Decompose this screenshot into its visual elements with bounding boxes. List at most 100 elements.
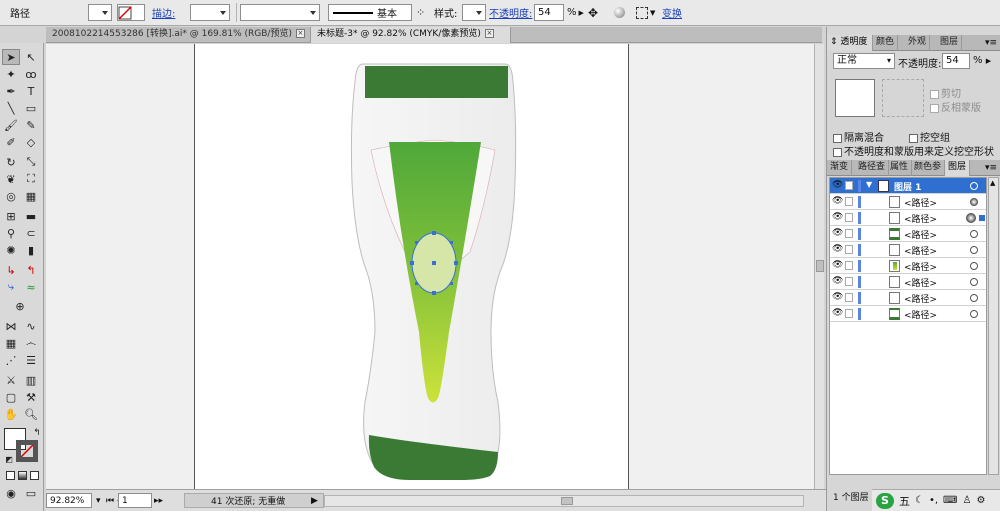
- keyboard-icon[interactable]: ⌨: [943, 495, 957, 506]
- graphic-style-swatch[interactable]: [462, 4, 486, 21]
- blue-path-tool-icon[interactable]: ⤷: [2, 279, 20, 295]
- red-arrow-tool-icon[interactable]: ↳: [2, 262, 20, 278]
- stroke-weight-dropdown[interactable]: [190, 4, 230, 21]
- target-icon[interactable]: [970, 262, 978, 270]
- red-curve-tool-icon[interactable]: ↰: [22, 262, 40, 278]
- eye-icon[interactable]: 👁︎: [832, 245, 843, 254]
- slice-tool-icon[interactable]: ⚒: [22, 389, 40, 405]
- tab-appearance[interactable]: 外观: [905, 35, 931, 51]
- width-tool-icon[interactable]: ⋈: [2, 318, 20, 334]
- graph-tool-icon[interactable]: ⋰: [2, 352, 20, 368]
- type-tool-icon[interactable]: T: [22, 83, 40, 99]
- punctuation-icon[interactable]: •,: [929, 495, 938, 506]
- free-transform-tool-icon[interactable]: ⛶: [22, 171, 40, 187]
- artboard-tool-icon[interactable]: ▢: [2, 389, 20, 405]
- pucker-tool-icon[interactable]: ∿: [22, 318, 40, 334]
- anchor-point[interactable]: [454, 261, 458, 265]
- opacity-input[interactable]: 54: [534, 4, 564, 21]
- eraser-tool-icon[interactable]: ◇: [22, 134, 40, 150]
- lock-toggle[interactable]: [845, 261, 853, 270]
- tab-gradient[interactable]: 渐变: [827, 160, 853, 176]
- zoom-level-field[interactable]: 92.82%: [46, 493, 92, 508]
- eye-icon[interactable]: 👁︎: [832, 229, 843, 238]
- bars-tool-icon[interactable]: ☰: [22, 352, 40, 368]
- stroke-label-link[interactable]: 描边:: [152, 4, 175, 21]
- tab-color[interactable]: 颜色: [873, 35, 899, 51]
- shape-builder-tool-icon[interactable]: ◎: [2, 188, 20, 204]
- next-artboard-icon[interactable]: ▸▸: [154, 493, 163, 508]
- layer-row[interactable]: 👁︎ <路径>: [830, 274, 986, 290]
- target-icon[interactable]: [970, 198, 978, 206]
- anchor-point[interactable]: [432, 231, 436, 235]
- rectangle-tool-icon[interactable]: ▭: [22, 100, 40, 116]
- eyedropper-tool-icon[interactable]: ⚲: [2, 225, 20, 241]
- artboard-number-field[interactable]: 1: [118, 493, 152, 508]
- none-mode-icon[interactable]: [25, 467, 43, 483]
- symbol-sprayer-tool-icon[interactable]: ✺: [2, 242, 20, 258]
- lasso-tool-icon[interactable]: ꝏ: [22, 66, 40, 82]
- isolate-blending-row[interactable]: 隔离混合: [833, 129, 884, 144]
- layer-name[interactable]: <路径>: [904, 244, 937, 257]
- settings-icon[interactable]: ⚙: [976, 495, 985, 506]
- invert-mask-checkbox[interactable]: [930, 103, 939, 113]
- opacity-mask-checkbox[interactable]: [833, 147, 842, 157]
- layers-scrollbar[interactable]: ▲: [988, 177, 999, 475]
- tab-attributes[interactable]: 属性: [887, 160, 913, 176]
- screen-mode-icon[interactable]: ▭: [22, 485, 40, 501]
- eye-icon[interactable]: 👁︎: [832, 181, 843, 190]
- knife-tool-icon[interactable]: ⚔: [2, 372, 20, 388]
- eye-icon[interactable]: 👁︎: [832, 277, 843, 286]
- artboard[interactable]: [194, 44, 629, 489]
- target-icon[interactable]: [966, 213, 976, 223]
- target-icon[interactable]: [970, 278, 978, 286]
- rotate-tool-icon[interactable]: ↻: [2, 154, 20, 170]
- opacity-label-link[interactable]: 不透明度:: [489, 4, 532, 21]
- zoom-dropdown-icon[interactable]: ▾: [96, 493, 101, 508]
- horizontal-scrollbar[interactable]: [324, 495, 804, 507]
- anchor-point[interactable]: [410, 261, 414, 265]
- layer-row[interactable]: 👁︎ <路径>: [830, 210, 986, 226]
- gradient-tool-icon[interactable]: ▬: [22, 208, 40, 224]
- lock-toggle[interactable]: [845, 245, 853, 254]
- align-stroke-icon[interactable]: ⁘: [416, 4, 425, 21]
- scale-tool-icon[interactable]: ⤡: [22, 154, 40, 170]
- first-artboard-icon[interactable]: ⏮: [106, 493, 114, 508]
- layer-name[interactable]: <路径>: [904, 308, 937, 321]
- stroke-profile-dropdown[interactable]: 基本: [328, 4, 412, 21]
- tab-layers[interactable]: 图层: [945, 160, 971, 176]
- swap-fill-stroke-icon[interactable]: ↰: [28, 425, 46, 441]
- magic-wand-tool-icon[interactable]: ✦: [2, 66, 20, 82]
- knockout-group-checkbox[interactable]: [909, 133, 918, 143]
- column-graph-tool-icon[interactable]: ▮: [22, 242, 40, 258]
- scrollbar-thumb[interactable]: [816, 260, 824, 272]
- panel-menu-icon[interactable]: ▾≡: [985, 163, 997, 173]
- opacity-mask-row[interactable]: 不透明度和蒙版用来定义挖空形状: [833, 143, 994, 158]
- crosshair-tool-icon[interactable]: ⊕: [11, 298, 29, 314]
- ime-logo-icon[interactable]: S: [876, 492, 894, 509]
- transform-link[interactable]: 变换: [662, 4, 682, 21]
- layer-row-top[interactable]: 👁︎ ▼ 图层 1: [830, 178, 986, 194]
- layer-name[interactable]: <路径>: [904, 292, 937, 305]
- eye-icon[interactable]: 👁︎: [832, 261, 843, 270]
- lock-toggle[interactable]: [845, 181, 853, 190]
- eye-icon[interactable]: 👁︎: [832, 213, 843, 222]
- direct-selection-tool-icon[interactable]: ↖: [22, 49, 40, 65]
- tab-document-2[interactable]: 未标题-3* @ 92.82% (CMYK/像素预览) ×: [311, 27, 511, 43]
- blend-mode-dropdown[interactable]: 正常 ▾: [833, 53, 895, 69]
- target-icon[interactable]: [970, 294, 978, 302]
- stroke-swatch[interactable]: [117, 4, 145, 21]
- selected-art-indicator[interactable]: [979, 215, 985, 221]
- expand-triangle-icon[interactable]: ▼: [866, 180, 872, 189]
- globe-icon[interactable]: [614, 4, 625, 21]
- thumbnail-preview[interactable]: [835, 79, 875, 117]
- recolor-icon[interactable]: ✥: [588, 4, 598, 21]
- layer-row[interactable]: 👁︎ <路径>: [830, 258, 986, 274]
- invert-mask-checkbox-row[interactable]: 反相蒙版: [930, 99, 981, 114]
- layer-name[interactable]: <路径>: [904, 212, 937, 225]
- anchor-point[interactable]: [450, 282, 453, 285]
- lock-toggle[interactable]: [845, 293, 853, 302]
- anchor-point[interactable]: [415, 282, 418, 285]
- lock-toggle[interactable]: [845, 229, 853, 238]
- target-icon[interactable]: [970, 310, 978, 318]
- clip-checkbox-row[interactable]: 剪切: [930, 85, 961, 100]
